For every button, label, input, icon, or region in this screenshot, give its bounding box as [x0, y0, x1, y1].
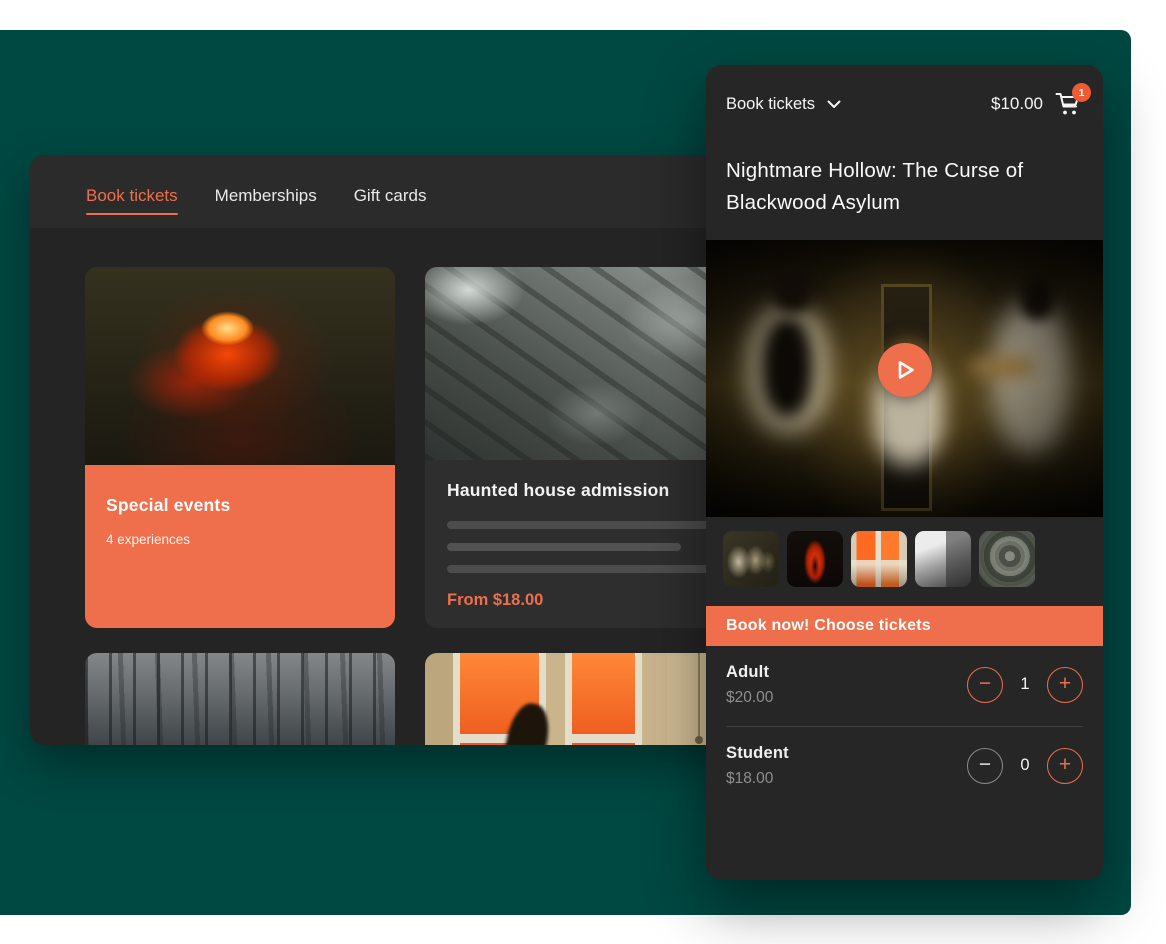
haunted-house-card-body: Haunted house admission From $18.00: [425, 460, 735, 610]
tab-gift-cards[interactable]: Gift cards: [354, 186, 427, 228]
minus-icon[interactable]: −: [967, 667, 1003, 703]
play-icon: [897, 359, 916, 381]
cart-area: $10.00 1: [991, 91, 1083, 117]
thumbnail-staircase[interactable]: [979, 531, 1035, 587]
ticket-price: $20.00: [726, 689, 773, 707]
card-title: Special events: [106, 495, 374, 516]
forest-photo-card[interactable]: [85, 653, 395, 745]
ticket-row-student: Student $18.00 − 0 +: [726, 727, 1083, 807]
photo-layer: [698, 653, 700, 737]
cart-total: $10.00: [991, 94, 1043, 114]
special-events-card[interactable]: Special events 4 experiences: [85, 267, 395, 628]
pumpkin-photo: [85, 267, 395, 465]
plus-icon[interactable]: +: [1047, 667, 1083, 703]
ticket-row-adult: Adult $20.00 − 1 +: [726, 646, 1083, 727]
thumbnail-grayscale-room[interactable]: [915, 531, 971, 587]
minus-icon[interactable]: −: [967, 748, 1003, 784]
stairwell-photo: [425, 267, 735, 460]
cart-count-badge: 1: [1072, 83, 1091, 102]
tab-content: Special events 4 experiences Haunted hou…: [30, 228, 760, 745]
card-subtitle: 4 experiences: [106, 532, 374, 547]
haunted-house-card[interactable]: Haunted house admission From $18.00: [425, 267, 735, 628]
ticket-quantity: 1: [1018, 675, 1032, 694]
card-title: Haunted house admission: [447, 480, 713, 501]
ticket-info: Student $18.00: [726, 744, 789, 788]
gallery-thumbnails: [706, 517, 1103, 606]
mobile-header: Book tickets $10.00 1: [706, 65, 1103, 117]
card-price: From $18.00: [447, 591, 713, 610]
plus-icon[interactable]: +: [1047, 748, 1083, 784]
thumbnail-zombies[interactable]: [723, 531, 779, 587]
photo-layer: [565, 653, 643, 745]
dropdown-label: Book tickets: [726, 95, 815, 114]
ticket-name: Adult: [726, 663, 773, 682]
special-events-card-body: Special events 4 experiences: [85, 465, 395, 628]
quantity-stepper: − 0 +: [967, 748, 1083, 784]
event-video-preview[interactable]: [706, 240, 1103, 517]
ticket-quantity: 0: [1018, 756, 1032, 775]
mobile-booking-widget: Book tickets $10.00 1 Nightmare Holl: [706, 65, 1103, 880]
quantity-stepper: − 1 +: [967, 667, 1083, 703]
tab-bar: Book tickets Memberships Gift cards: [30, 155, 760, 228]
event-title: Nightmare Hollow: The Curse of Blackwood…: [726, 155, 1083, 220]
chevron-down-icon: [827, 100, 841, 109]
book-now-banner: Book now! Choose tickets: [706, 606, 1103, 646]
ticket-price: $18.00: [726, 770, 789, 788]
thumbnail-red-doorway[interactable]: [787, 531, 843, 587]
cards-row: [85, 653, 760, 745]
skeleton-line: [447, 565, 713, 573]
window-photo-card[interactable]: [425, 653, 735, 745]
tab-memberships[interactable]: Memberships: [215, 186, 317, 228]
desktop-booking-widget: Book tickets Memberships Gift cards Spec…: [30, 155, 760, 745]
ticket-info: Adult $20.00: [726, 663, 773, 707]
cards-row: Special events 4 experiences Haunted hou…: [85, 267, 760, 628]
ticket-name: Student: [726, 744, 789, 763]
thumbnail-orange-windows[interactable]: [851, 531, 907, 587]
cart-button[interactable]: 1: [1055, 91, 1083, 117]
skeleton-line: [447, 543, 681, 551]
skeleton-line: [447, 521, 713, 529]
book-tickets-dropdown[interactable]: Book tickets: [726, 95, 841, 114]
play-button[interactable]: [878, 343, 932, 397]
tab-book-tickets[interactable]: Book tickets: [86, 186, 178, 228]
